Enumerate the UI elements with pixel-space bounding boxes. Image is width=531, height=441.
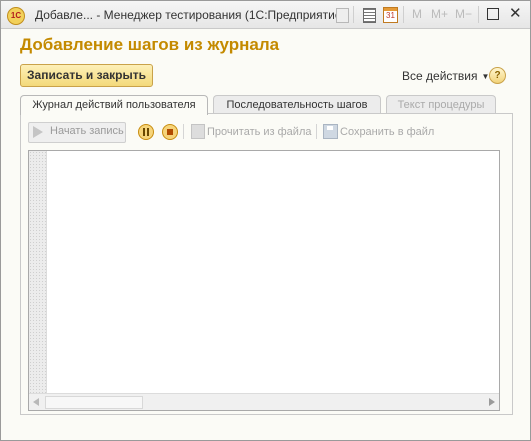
tab-user-action-log[interactable]: Журнал действий пользователя xyxy=(20,95,208,115)
app-logo-icon[interactable]: 1C xyxy=(7,7,25,25)
stop-icon[interactable] xyxy=(162,124,178,140)
line-gutter xyxy=(29,151,47,393)
save-disk-icon[interactable] xyxy=(323,124,338,139)
close-window-button[interactable]: ✕ xyxy=(509,6,522,21)
form-title: Добавление шагов из журнала xyxy=(20,35,280,54)
calendar-icon[interactable]: 31 xyxy=(383,7,398,23)
all-actions-menu[interactable]: Все действия ▼ xyxy=(402,69,489,83)
toolbar-divider xyxy=(403,6,404,23)
action-log-textarea[interactable] xyxy=(28,150,500,411)
document-icon[interactable] xyxy=(336,8,349,23)
all-actions-label: Все действия xyxy=(402,69,478,83)
scrollbar-thumb[interactable] xyxy=(45,396,143,409)
window-title: Добавле... - Менеджер тестирования (1С:П… xyxy=(35,8,346,22)
memory-plus-button[interactable]: M+ xyxy=(431,6,448,23)
play-icon xyxy=(33,126,43,138)
scroll-left-arrow-icon[interactable] xyxy=(33,398,39,406)
start-recording-button[interactable]: Начать запись xyxy=(28,122,126,143)
memory-minus-button[interactable]: M− xyxy=(455,6,472,23)
toolbar-divider xyxy=(478,6,479,23)
restore-window-button[interactable] xyxy=(487,8,499,20)
tab-procedure-text[interactable]: Текст процедуры xyxy=(386,95,496,114)
horizontal-scrollbar[interactable] xyxy=(29,393,499,410)
memory-button[interactable]: M xyxy=(412,6,422,23)
read-from-file-button[interactable]: Прочитать из файла xyxy=(207,124,311,140)
help-icon[interactable]: ? xyxy=(489,67,506,84)
open-file-icon[interactable] xyxy=(191,124,205,139)
save-and-close-button[interactable]: Записать и закрыть xyxy=(20,64,153,87)
start-recording-label: Начать запись xyxy=(50,125,124,137)
toolbar-divider xyxy=(353,6,354,23)
scroll-right-arrow-icon[interactable] xyxy=(489,398,495,406)
toolbar-divider xyxy=(316,124,317,139)
tab-step-sequence[interactable]: Последовательность шагов xyxy=(213,95,381,114)
toolbar-divider xyxy=(183,124,184,139)
pause-icon[interactable] xyxy=(138,124,154,140)
app-window: 1C Добавле... - Менеджер тестирования (1… xyxy=(0,0,531,441)
title-bar[interactable]: 1C Добавле... - Менеджер тестирования (1… xyxy=(1,1,530,29)
save-to-file-button[interactable]: Сохранить в файл xyxy=(340,124,434,140)
calculator-icon[interactable] xyxy=(363,8,376,23)
